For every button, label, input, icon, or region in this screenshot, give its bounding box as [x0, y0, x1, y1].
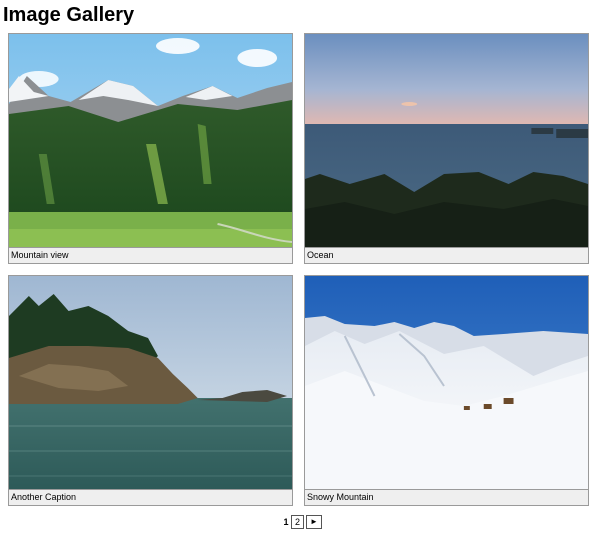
gallery-image-island[interactable] [9, 276, 292, 490]
gallery-caption: Ocean [305, 247, 588, 263]
gallery-image-mountain[interactable] [9, 34, 292, 248]
gallery-item-ocean[interactable]: Ocean [304, 33, 589, 264]
pagination-next-icon[interactable]: ► [306, 514, 322, 529]
gallery-item-snowy-mountain[interactable]: Snowy Mountain [304, 275, 589, 506]
gallery-image-ocean[interactable] [305, 34, 588, 248]
gallery-image-snowy-mountain[interactable] [305, 276, 588, 490]
gallery-page: Image Gallery Mountain view Ocean Anothe… [0, 0, 600, 535]
gallery-item-mountain-view[interactable]: Mountain view [8, 33, 293, 264]
gallery-caption: Snowy Mountain [305, 489, 588, 505]
pagination-page-2[interactable]: 2 [291, 514, 304, 529]
gallery-item-another-caption[interactable]: Another Caption [8, 275, 293, 506]
page-title: Image Gallery [3, 4, 135, 26]
pagination-current-page: 1 [283, 516, 289, 527]
gallery-caption: Another Caption [9, 489, 292, 505]
gallery-caption: Mountain view [9, 247, 292, 263]
pagination: 1 2 ► [282, 514, 322, 529]
